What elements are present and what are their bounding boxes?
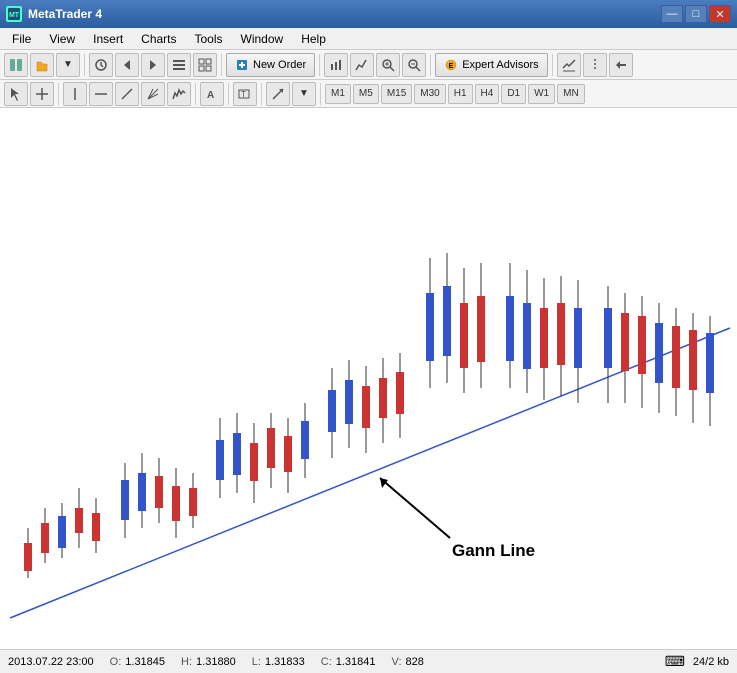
arrow-down-icon[interactable]: ▼ xyxy=(56,53,80,77)
cursor-icon[interactable] xyxy=(4,82,28,106)
menu-file[interactable]: File xyxy=(4,30,39,48)
maximize-button[interactable]: □ xyxy=(685,5,707,23)
volume-value: 828 xyxy=(406,656,424,668)
window-title: MetaTrader 4 xyxy=(28,7,102,21)
keyboard-icon: ⌨ xyxy=(665,653,685,670)
menu-charts[interactable]: Charts xyxy=(133,30,184,48)
title-bar-left: MT MetaTrader 4 xyxy=(6,6,102,22)
price-icon[interactable] xyxy=(583,53,607,77)
elliott-icon[interactable] xyxy=(167,82,191,106)
arrow-tool-icon[interactable] xyxy=(266,82,290,106)
auto-scroll-icon[interactable] xyxy=(609,53,633,77)
high-value: 1.31880 xyxy=(196,656,236,668)
history-icon[interactable] xyxy=(89,53,113,77)
menu-insert[interactable]: Insert xyxy=(85,30,131,48)
tf-m15[interactable]: M15 xyxy=(381,84,412,104)
list-icon[interactable] xyxy=(167,53,191,77)
zoom-out-icon[interactable] xyxy=(402,53,426,77)
sep-draw-1 xyxy=(58,83,59,105)
close-value: 1.31841 xyxy=(336,656,376,668)
low-value: 1.31833 xyxy=(265,656,305,668)
kb-size: 24/2 kb xyxy=(693,656,729,668)
status-close: C: 1.31841 xyxy=(321,656,376,668)
tf-w1[interactable]: W1 xyxy=(528,84,555,104)
right-arrow-icon[interactable] xyxy=(141,53,165,77)
tf-h4[interactable]: H4 xyxy=(475,84,500,104)
new-order-label: New Order xyxy=(253,59,306,71)
expert-advisors-label: Expert Advisors xyxy=(462,59,538,71)
separator-5 xyxy=(552,54,553,76)
text-icon[interactable]: A xyxy=(200,82,224,106)
open-value: 1.31845 xyxy=(125,656,165,668)
status-bar: 2013.07.22 23:00 O: 1.31845 H: 1.31880 L… xyxy=(0,649,737,673)
app-icon: MT xyxy=(6,6,22,22)
zoom-in-icon[interactable] xyxy=(376,53,400,77)
sep-draw-3 xyxy=(228,83,229,105)
new-chart-icon[interactable] xyxy=(4,53,28,77)
minimize-button[interactable]: — xyxy=(661,5,683,23)
volume-label: V: xyxy=(392,656,402,668)
tf-d1[interactable]: D1 xyxy=(501,84,526,104)
toolbar-drawing: A T ▼ M1 M5 M15 M30 H1 H4 D1 W1 MN xyxy=(0,80,737,108)
separator-2 xyxy=(221,54,222,76)
status-open: O: 1.31845 xyxy=(110,656,165,668)
grid-icon[interactable] xyxy=(193,53,217,77)
tf-m30[interactable]: M30 xyxy=(414,84,445,104)
svg-text:Gann Line: Gann Line xyxy=(452,541,535,560)
menu-view[interactable]: View xyxy=(41,30,83,48)
trend-line-icon[interactable] xyxy=(115,82,139,106)
toolbar-main: ▼ New Order E E xyxy=(0,50,737,80)
status-high: H: 1.31880 xyxy=(181,656,236,668)
menu-bar: File View Insert Charts Tools Window Hel… xyxy=(0,28,737,50)
chart-wrapper: Gann Line 2013.07.22 23:00 O: 1.31845 H:… xyxy=(0,108,737,673)
svg-text:A: A xyxy=(207,90,214,101)
status-low: L: 1.31833 xyxy=(252,656,305,668)
tf-m1[interactable]: M1 xyxy=(325,84,351,104)
status-right: ⌨ 24/2 kb xyxy=(665,653,729,670)
ea-icon: E xyxy=(444,58,458,72)
expert-advisors-button[interactable]: E Expert Advisors xyxy=(435,53,547,77)
label-icon[interactable]: T xyxy=(233,82,257,106)
menu-window[interactable]: Window xyxy=(233,30,292,48)
line-icon[interactable] xyxy=(350,53,374,77)
sep-tf xyxy=(320,83,321,105)
indicator-icon[interactable] xyxy=(557,53,581,77)
close-button[interactable]: ✕ xyxy=(709,5,731,23)
close-label: C: xyxy=(321,656,332,668)
separator-4 xyxy=(430,54,431,76)
vertical-line-icon[interactable] xyxy=(63,82,87,106)
horizontal-line-icon[interactable] xyxy=(89,82,113,106)
title-bar-controls: — □ ✕ xyxy=(661,5,731,23)
menu-tools[interactable]: Tools xyxy=(187,30,231,48)
open-label: O: xyxy=(110,656,122,668)
high-label: H: xyxy=(181,656,192,668)
dropdown-arrow-icon[interactable]: ▼ xyxy=(292,82,316,106)
status-volume: V: 828 xyxy=(392,656,424,668)
tf-m5[interactable]: M5 xyxy=(353,84,379,104)
chart-container[interactable]: Gann Line xyxy=(0,108,737,649)
svg-text:T: T xyxy=(241,90,246,99)
status-datetime: 2013.07.22 23:00 xyxy=(8,656,94,668)
new-order-icon xyxy=(235,58,249,72)
separator-3 xyxy=(319,54,320,76)
separator-1 xyxy=(84,54,85,76)
chart-svg: Gann Line xyxy=(0,108,737,649)
chart-type-icon[interactable] xyxy=(324,53,348,77)
menu-help[interactable]: Help xyxy=(293,30,334,48)
open-icon[interactable] xyxy=(30,53,54,77)
svg-text:MT: MT xyxy=(9,12,20,19)
title-bar: MT MetaTrader 4 — □ ✕ xyxy=(0,0,737,28)
tf-mn[interactable]: MN xyxy=(557,84,585,104)
svg-text:E: E xyxy=(449,63,454,70)
new-order-button[interactable]: New Order xyxy=(226,53,315,77)
gann-tools-icon[interactable] xyxy=(141,82,165,106)
sep-draw-2 xyxy=(195,83,196,105)
left-arrow-icon[interactable] xyxy=(115,53,139,77)
low-label: L: xyxy=(252,656,261,668)
sep-draw-4 xyxy=(261,83,262,105)
crosshair-icon[interactable] xyxy=(30,82,54,106)
tf-h1[interactable]: H1 xyxy=(448,84,473,104)
